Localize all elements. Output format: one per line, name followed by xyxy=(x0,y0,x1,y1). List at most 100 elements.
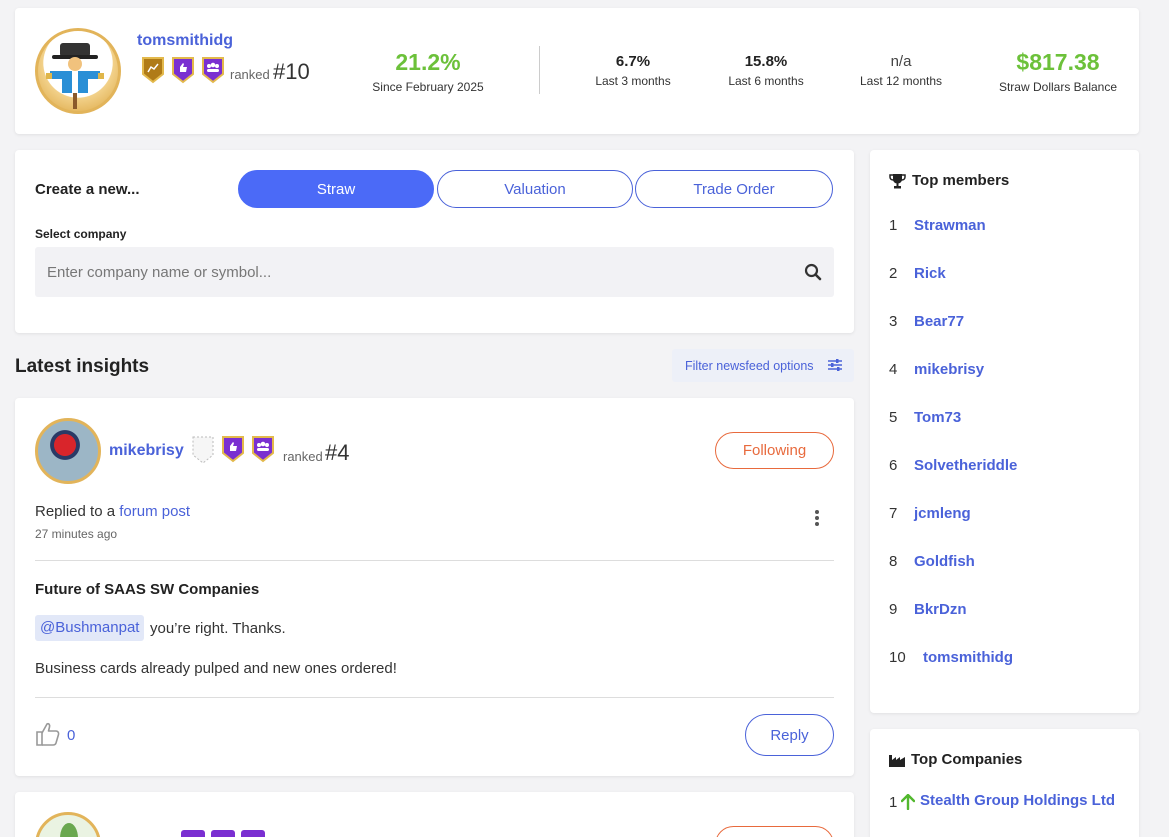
member-name[interactable]: Bear77 xyxy=(914,313,964,330)
member-name[interactable]: Strawman xyxy=(914,217,986,234)
member-row[interactable]: 2 Rick xyxy=(889,265,946,282)
member-name[interactable]: tomsmithidg xyxy=(923,649,1013,666)
profile-ranked-label: ranked xyxy=(230,67,270,82)
stat-12-months-value: n/a xyxy=(890,53,912,70)
member-rank: 2 xyxy=(889,265,898,282)
stat-3-months-label: Last 3 months xyxy=(595,74,671,88)
main-return-value: 21.2% xyxy=(395,49,461,75)
stat-6-months-label: Last 6 months xyxy=(728,74,804,88)
like-count[interactable]: 0 xyxy=(67,727,75,744)
main-return-label: Since February 2025 xyxy=(372,80,484,94)
member-row[interactable]: 1 Strawman xyxy=(889,217,986,234)
like-icon[interactable] xyxy=(35,721,61,747)
tab-trade-order[interactable]: Trade Order xyxy=(635,170,833,208)
badge-icon xyxy=(241,830,265,837)
next-post-avatar[interactable] xyxy=(35,812,101,837)
member-rank: 9 xyxy=(889,601,898,618)
scarecrow-avatar-icon xyxy=(46,43,104,109)
thumbs-up-badge-icon xyxy=(171,56,195,84)
filter-newsfeed-button[interactable]: Filter newsfeed options xyxy=(672,349,854,382)
top-companies-title: Top Companies xyxy=(911,751,1023,768)
member-row[interactable]: 5 Tom73 xyxy=(889,409,961,426)
company-name[interactable]: Stealth Group Holdings Ltd xyxy=(920,789,1120,814)
member-rank: 3 xyxy=(889,313,898,330)
filter-newsfeed-label: Filter newsfeed options xyxy=(685,358,814,373)
next-post-badges xyxy=(181,830,265,837)
member-row[interactable]: 8 Goldfish xyxy=(889,553,975,570)
member-row[interactable]: 10 tomsmithidg xyxy=(889,649,1013,666)
create-new-card: Create a new... Straw Valuation Trade Or… xyxy=(15,150,854,333)
stat-6-months-value: 15.8% xyxy=(744,53,788,70)
member-rank: 8 xyxy=(889,553,898,570)
profile-badges xyxy=(141,56,225,84)
trophy-icon xyxy=(889,173,906,188)
tab-straw[interactable]: Straw xyxy=(238,170,434,208)
factory-icon xyxy=(889,754,905,767)
member-name[interactable]: mikebrisy xyxy=(914,361,984,378)
company-row[interactable]: 1 Stealth Group Holdings Ltd xyxy=(889,792,1120,814)
company-rank: 1 xyxy=(889,794,898,811)
search-icon[interactable] xyxy=(804,263,822,281)
member-rank: 5 xyxy=(889,409,898,426)
post-footer-divider xyxy=(35,697,834,698)
stat-3-months: 6.7% Last 3 months xyxy=(578,53,688,88)
post-user-badges xyxy=(191,435,275,464)
member-name[interactable]: Tom73 xyxy=(914,409,961,426)
post-title[interactable]: Future of SAAS SW Companies xyxy=(35,581,259,598)
member-rank: 10 xyxy=(889,649,906,666)
thumbs-up-badge-icon xyxy=(221,435,245,463)
stat-6-months: 15.8% Last 6 months xyxy=(711,53,821,88)
post-body-line-2: Business cards already pulped and new on… xyxy=(35,660,397,677)
activity-prefix: Replied to a xyxy=(35,503,116,520)
member-name[interactable]: Rick xyxy=(914,265,946,282)
member-row[interactable]: 6 Solvetheriddle xyxy=(889,457,1017,474)
post-avatar[interactable] xyxy=(35,418,101,484)
create-label: Create a new... xyxy=(35,181,140,198)
member-row[interactable]: 4 mikebrisy xyxy=(889,361,984,378)
arrow-up-icon xyxy=(900,793,920,814)
member-name[interactable]: BkrDzn xyxy=(914,601,967,618)
member-name[interactable]: jcmleng xyxy=(914,505,971,522)
post-username[interactable]: mikebrisy xyxy=(109,442,184,460)
sliders-icon xyxy=(828,359,842,371)
stat-main-return: 21.2% Since February 2025 xyxy=(358,49,498,94)
member-row[interactable]: 9 BkrDzn xyxy=(889,601,967,618)
member-row[interactable]: 7 jcmleng xyxy=(889,505,971,522)
stats-divider xyxy=(539,46,540,94)
balance-label: Straw Dollars Balance xyxy=(998,80,1118,94)
balance-value: $817.38 xyxy=(1016,49,1100,75)
member-row[interactable]: 3 Bear77 xyxy=(889,313,964,330)
kebab-menu-icon[interactable] xyxy=(814,509,820,527)
member-rank: 6 xyxy=(889,457,898,474)
group-badge-icon xyxy=(251,435,275,463)
profile-avatar[interactable] xyxy=(35,28,121,114)
reply-button[interactable]: Reply xyxy=(745,714,834,756)
member-name[interactable]: Goldfish xyxy=(914,553,975,570)
empty-badge-icon xyxy=(191,435,215,464)
chart-badge-icon xyxy=(141,56,165,84)
stat-12-months-label: Last 12 months xyxy=(859,74,943,88)
tab-valuation[interactable]: Valuation xyxy=(437,170,633,208)
member-rank: 4 xyxy=(889,361,898,378)
profile-rank: #10 xyxy=(273,59,310,84)
user-mention[interactable]: @Bushmanpat xyxy=(35,615,145,641)
badge-icon xyxy=(181,830,205,837)
member-name[interactable]: Solvetheriddle xyxy=(914,457,1017,474)
next-post-follow-button[interactable] xyxy=(715,826,834,837)
stat-12-months: n/a Last 12 months xyxy=(844,53,958,88)
member-rank: 1 xyxy=(889,217,898,234)
member-rank: 7 xyxy=(889,505,898,522)
forum-post-link[interactable]: forum post xyxy=(119,503,190,520)
group-badge-icon xyxy=(201,56,225,84)
company-search-input[interactable] xyxy=(35,247,834,297)
post-card: mikebrisy ranked #4 Following Replied to… xyxy=(15,398,854,776)
following-button[interactable]: Following xyxy=(715,432,834,469)
post-time-ago: 27 minutes ago xyxy=(35,527,118,541)
stat-balance: $817.38 Straw Dollars Balance xyxy=(989,49,1127,94)
top-companies-heading: Top Companies xyxy=(889,751,1022,768)
next-post-card xyxy=(15,792,854,837)
top-members-card: Top members 1 Strawman 2 Rick 3 Bear77 4 mik… xyxy=(870,150,1139,713)
post-divider xyxy=(35,560,834,561)
post-body-line-1: you’re right. Thanks. xyxy=(150,620,286,637)
profile-username[interactable]: tomsmithidg xyxy=(137,32,233,50)
